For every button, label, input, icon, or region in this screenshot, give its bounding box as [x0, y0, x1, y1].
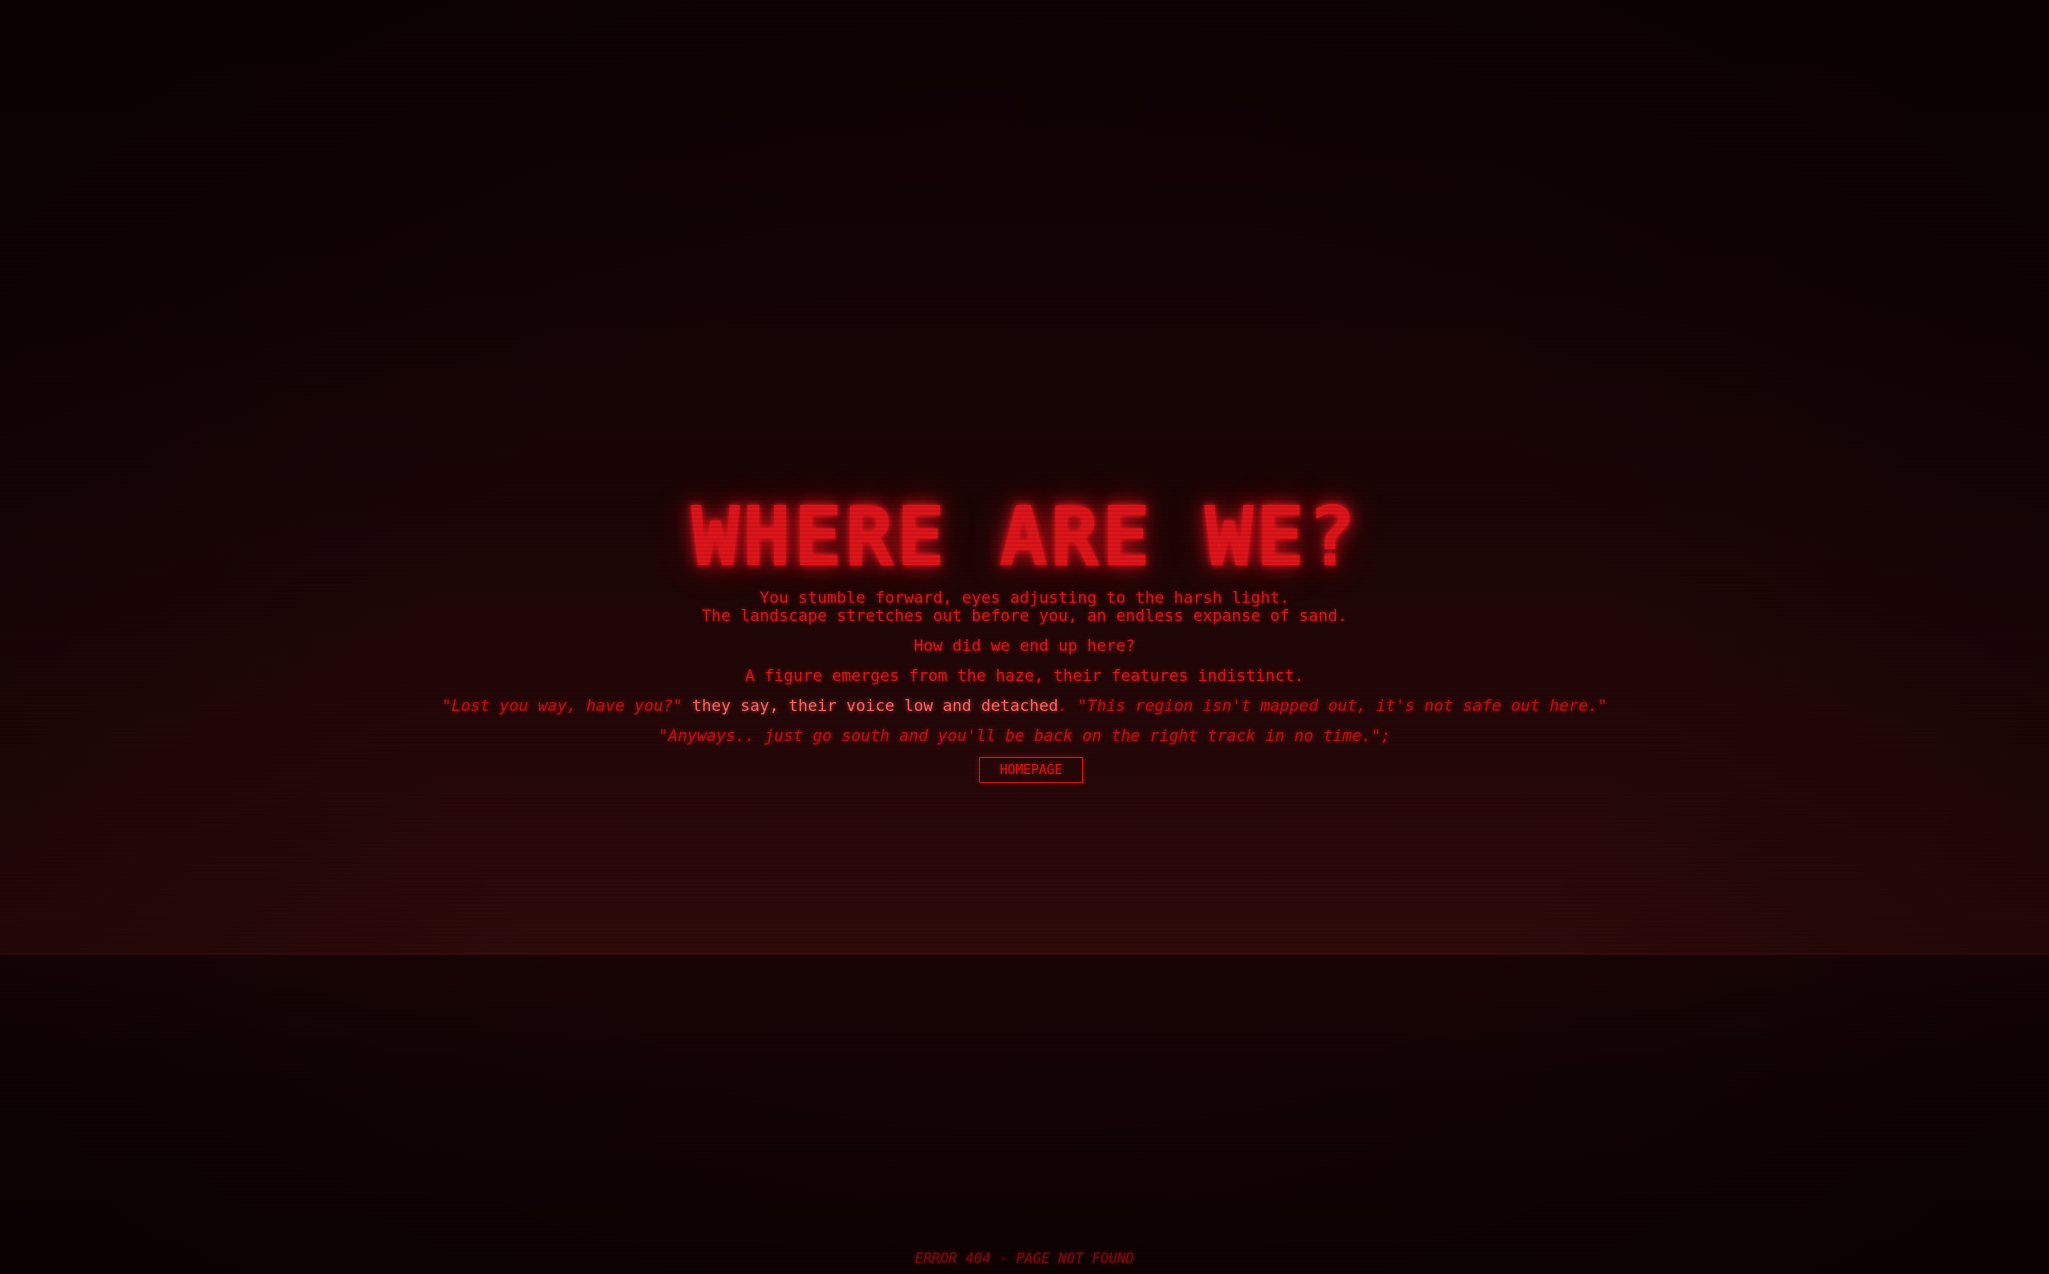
page-title: WHERE ARE WE? — [690, 490, 1359, 585]
story-dialog: "Lost you way, have you?" they say, thei… — [0, 696, 2049, 716]
ground-background — [0, 955, 2049, 1274]
story-advice: "Anyways.. just go south and you'll be b… — [658, 726, 1391, 745]
dialog-quote-2: . "This region isn't mapped out, it's no… — [1058, 696, 1608, 715]
sky-background — [0, 0, 2049, 955]
story-question: How did we end up here? — [913, 636, 1136, 655]
story-line-2: The landscape stretches out before you, … — [701, 606, 1348, 625]
story-figure: A figure emerges from the haze, their fe… — [745, 666, 1304, 685]
error-footer: ERROR 404 - PAGE NOT FOUND — [914, 1251, 1135, 1267]
homepage-button[interactable]: HOMEPAGE — [979, 757, 1083, 783]
dialog-quote-1: "Lost you way, have you?" — [441, 696, 683, 715]
story-line-1: You stumble forward, eyes adjusting to t… — [759, 588, 1290, 607]
dialog-narration: they say, their voice low and detached — [682, 696, 1059, 715]
